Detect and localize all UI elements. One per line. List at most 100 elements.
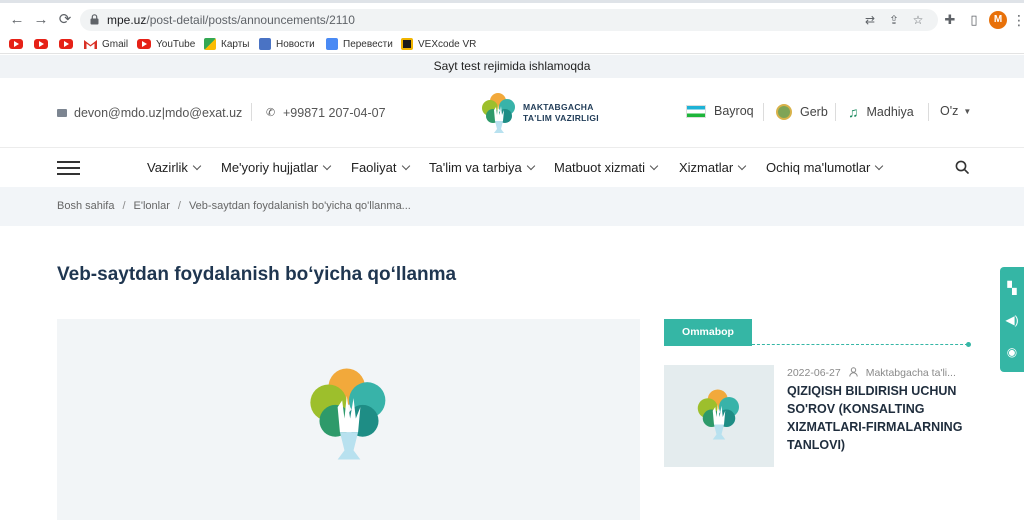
caret-down-icon: ▼ (963, 106, 972, 116)
speaker-icon[interactable]: ◀) (1005, 313, 1019, 327)
breadcrumb-home[interactable]: Bosh sahifa (57, 200, 114, 212)
nav-label: Ta'lim va tarbiya (429, 160, 522, 175)
url-text[interactable]: mpe.uz/post-detail/posts/announcements/2… (107, 13, 355, 27)
nav-item-xizmatlar[interactable]: Xizmatlar (679, 160, 747, 175)
tab-popular[interactable]: Ommabop (664, 319, 752, 346)
bookmark-translate[interactable]: Перевести (326, 36, 393, 52)
chevron-down-icon (649, 161, 659, 171)
vexcode-icon (401, 38, 413, 50)
anthem-link[interactable]: ♫ Madhiya (848, 104, 914, 120)
search-icon[interactable] (955, 160, 969, 174)
nav-item-ochiq-malumotlar[interactable]: Ochiq ma'lumotlar (766, 160, 884, 175)
logo-line-1: MAKTABGACHA (523, 102, 594, 112)
site-logo[interactable]: MAKTABGACHA TA'LIM VAZIRLIGI (481, 90, 606, 136)
breadcrumb-separator: / (177, 200, 181, 212)
gmail-icon (84, 40, 97, 49)
chevron-down-icon (737, 161, 747, 171)
emblem-icon (776, 104, 792, 120)
breadcrumb-separator: / (122, 200, 126, 212)
card-meta: 2022-06-27 Maktabgacha ta'li... (787, 367, 956, 379)
email-contact[interactable]: devon@mdo.uz|mdo@exat.uz (57, 106, 242, 120)
address-bar[interactable]: mpe.uz/post-detail/posts/announcements/2… (80, 9, 938, 31)
breadcrumb-announcements[interactable]: E'lonlar (134, 200, 170, 212)
bookmark-maps[interactable]: Карты (204, 36, 250, 52)
page-title: Veb-saytdan foydalanish bo‘yicha qo‘llan… (57, 264, 457, 285)
share-icon[interactable]: ⇪ (886, 12, 902, 28)
card-date: 2022-06-27 (787, 367, 841, 379)
site-header: devon@mdo.uz|mdo@exat.uz ✆ +99871 207-04… (0, 78, 1024, 148)
extensions-icon[interactable]: ✚ (941, 11, 959, 29)
map-icon[interactable]: ▚ (1005, 281, 1019, 295)
email-text: devon@mdo.uz|mdo@exat.uz (74, 106, 243, 120)
emblem-link[interactable]: Gerb (776, 104, 828, 120)
bookmark-youtube-3[interactable] (59, 36, 73, 52)
tree-logo-icon (310, 368, 386, 460)
tree-logo-icon (697, 389, 739, 440)
hamburger-menu-icon[interactable] (57, 161, 80, 175)
bookmark-news[interactable]: Новости (259, 36, 315, 52)
youtube-icon (137, 39, 151, 49)
browser-menu-icon[interactable]: ⋮ (1012, 11, 1024, 29)
nav-item-talim-va-tarbiya[interactable]: Ta'lim va tarbiya (429, 160, 536, 175)
nav-item-matbuot-xizmati[interactable]: Matbuot xizmati (554, 160, 659, 175)
bookmark-youtube-2[interactable] (34, 36, 48, 52)
bookmark-label: YouTube (156, 38, 196, 50)
bookmark-label: Перевести (343, 38, 393, 50)
bookmark-youtube[interactable]: YouTube (137, 36, 195, 52)
youtube-icon (9, 39, 23, 49)
nav-label: Me'yoriy hujjatlar (221, 160, 319, 175)
bookmarks-bar: Gmail YouTube Карты Новости Перевести VE… (0, 34, 1024, 54)
card-title[interactable]: QIZIQISH BILDIRISH UCHUN SO'ROV (KONSALT… (787, 382, 972, 454)
bookmark-label: Карты (221, 38, 250, 50)
tab-divider-dot (966, 342, 971, 347)
bookmark-label: Новости (276, 38, 315, 50)
youtube-icon (59, 39, 73, 49)
back-button[interactable]: ← (8, 11, 26, 29)
card-thumbnail[interactable] (664, 365, 774, 467)
nav-label: Matbuot xizmati (554, 160, 646, 175)
phone-contact[interactable]: ✆ +99871 207-04-07 (266, 106, 386, 120)
card-author: Maktabgacha ta'li... (865, 367, 956, 379)
anthem-label: Madhiya (866, 105, 914, 119)
user-icon (849, 367, 858, 377)
nav-label: Vazirlik (147, 160, 188, 175)
flag-label: Bayroq (714, 104, 754, 118)
bookmark-vexcode[interactable]: VEXcode VR (401, 36, 476, 52)
nav-label: Ochiq ma'lumotlar (766, 160, 871, 175)
logo-text: MAKTABGACHA TA'LIM VAZIRLIGI (523, 102, 599, 124)
flag-link[interactable]: Bayroq (686, 104, 754, 118)
chevron-down-icon (192, 161, 202, 171)
reload-button[interactable]: ⟳ (56, 11, 74, 29)
side-panel-icon[interactable]: ▯ (965, 11, 983, 29)
translate-icon (326, 38, 338, 50)
language-selector[interactable]: O'z ▼ (940, 104, 971, 118)
nav-label: Faoliyat (351, 160, 397, 175)
forward-button[interactable]: → (32, 11, 50, 29)
phone-icon: ✆ (266, 107, 276, 119)
phone-text: +99871 207-04-07 (283, 106, 386, 120)
chevron-down-icon (875, 161, 884, 171)
bookmark-star-icon[interactable]: ☆ (910, 12, 926, 28)
breadcrumb-current: Veb-saytdan foydalanish bo'yicha qo'llan… (188, 200, 411, 212)
eye-icon[interactable]: ◉ (1005, 345, 1019, 359)
nav-item-vazirlik[interactable]: Vazirlik (147, 160, 202, 175)
tree-logo-icon (482, 93, 515, 133)
maps-icon (204, 38, 216, 50)
divider (251, 103, 252, 121)
url-path: /post-detail/posts/announcements/2110 (146, 13, 355, 27)
news-icon (259, 38, 271, 50)
chevron-down-icon (322, 161, 332, 171)
chevron-down-icon (401, 161, 410, 171)
divider (928, 103, 929, 121)
bookmark-youtube-1[interactable] (9, 36, 23, 52)
language-label: O'z (940, 104, 959, 118)
nav-item-faoliyat[interactable]: Faoliyat (351, 160, 410, 175)
flag-icon (686, 104, 706, 118)
emblem-label: Gerb (800, 105, 828, 119)
bookmark-label: Gmail (102, 38, 129, 50)
translate-page-icon[interactable]: ⇄ (862, 12, 878, 28)
bookmark-gmail[interactable]: Gmail (84, 36, 128, 52)
logo-line-2: TA'LIM VAZIRLIGI (523, 113, 599, 123)
profile-avatar[interactable]: M (989, 11, 1007, 29)
nav-item-meyoriy-hujjatlar[interactable]: Me'yoriy hujjatlar (221, 160, 332, 175)
